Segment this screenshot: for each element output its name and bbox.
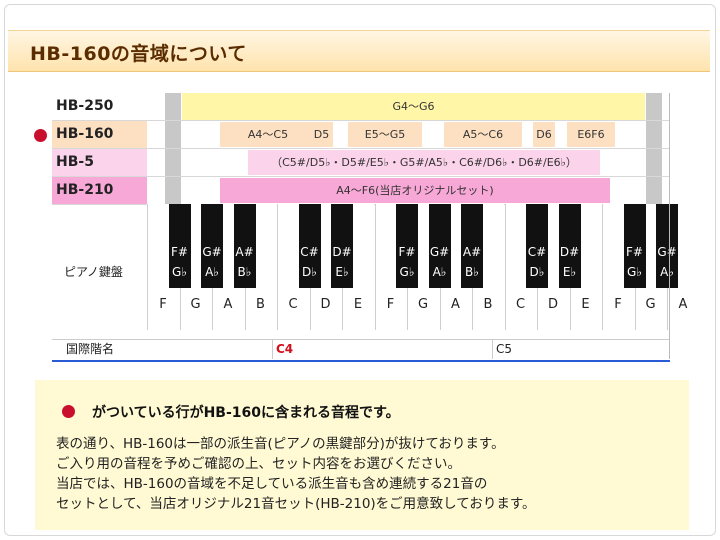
row-label-hb5: HB-5 xyxy=(56,154,94,170)
black-key-flat-label: B♭ xyxy=(465,265,479,279)
info-line: 当店では、HB-160の音域を不足している派生音も含め連続する21音の xyxy=(56,476,488,492)
hb5-range-text: （C5#/D5♭・D5#/E5♭・G5#/A5♭・C6#/D6♭・D6#/E6♭… xyxy=(248,150,600,175)
hb160-seg-d6: D6 xyxy=(533,122,555,147)
black-key-flat-label: G♭ xyxy=(399,265,415,279)
grid-line xyxy=(52,176,670,177)
black-key: D# E♭ xyxy=(331,204,353,288)
hb210-range-bar: A4〜F6(当店オリジナルセット) xyxy=(220,178,610,203)
black-key-sharp-label: A# xyxy=(235,245,254,259)
black-key-sharp-label: G# xyxy=(429,245,450,259)
black-key-sharp-label: C# xyxy=(527,245,547,259)
white-key-label: D xyxy=(547,297,558,312)
black-key-sharp-label: F# xyxy=(626,245,643,259)
black-key-flat-label: A♭ xyxy=(660,265,674,279)
scale-row: 国際階名 C4 C5 xyxy=(52,339,670,362)
legend-marker-dot xyxy=(62,405,75,418)
white-key-label: A xyxy=(678,297,688,312)
white-key-label: F xyxy=(614,297,622,312)
black-key-flat-label: A♭ xyxy=(432,265,447,279)
black-key-sharp-label: D# xyxy=(559,245,580,259)
scale-divider xyxy=(492,340,493,359)
black-key-flat-label: D♭ xyxy=(529,265,545,279)
black-key-sharp-label: F# xyxy=(398,245,416,259)
range-chart: A4〜C5 D5 E5〜G5 A5〜C6 D6 E6F6 G4〜G6 （C5#/… xyxy=(52,93,699,362)
hb160-seg-d5: D5 xyxy=(310,122,333,147)
info-line: セットとして、当店オリジナル21音セット(HB-210)をご用意致しております。 xyxy=(56,496,536,512)
hb160-seg-a4-c5: A4〜C5 xyxy=(220,122,316,147)
black-key-flat-label: E♭ xyxy=(562,265,577,279)
white-key-label: E xyxy=(581,297,590,312)
piano-keyboard: F G A B C D E F G A B C D E F G A F# G♭ G# A♭ A# B♭ C# D♭ D# E♭ F# G… xyxy=(147,204,699,330)
white-key-label: B xyxy=(483,297,493,312)
scale-divider xyxy=(272,340,273,359)
white-key-label: B xyxy=(256,297,265,312)
chart-right-border xyxy=(669,93,670,359)
hb160-seg-a5-c6: A5〜C6 xyxy=(444,122,522,147)
white-key-label: D xyxy=(320,297,331,312)
hb160-marker-dot xyxy=(34,129,47,142)
row-label-hb160: HB-160 xyxy=(56,126,114,142)
white-key-label: G xyxy=(645,297,656,312)
white-key-label: F xyxy=(386,297,395,312)
info-headline: がついている行がHB-160に含まれる音程です。 xyxy=(92,405,400,421)
black-key-flat-label: G♭ xyxy=(172,265,187,279)
white-key-label: E xyxy=(353,297,363,312)
page-title: HB-160の音域について xyxy=(30,43,247,65)
piano-label: ピアノ鍵盤 xyxy=(64,265,123,279)
hb160-seg-e6f6: E6F6 xyxy=(567,122,615,147)
black-key: F# G♭ xyxy=(623,204,646,288)
scale-row-label: 国際階名 xyxy=(66,342,115,356)
black-key-sharp-label: G# xyxy=(657,245,677,259)
row-label-hb210: HB-210 xyxy=(56,182,114,198)
hb250-range-text: G4〜G6 xyxy=(392,100,435,113)
row-label-hb250: HB-250 xyxy=(56,98,114,114)
black-key-sharp-label: A# xyxy=(462,245,482,259)
black-key-flat-label: A♭ xyxy=(205,265,219,279)
grid-line xyxy=(52,120,670,121)
black-key: A# B♭ xyxy=(233,204,256,288)
info-line: ご入り用の音程を予めご確認の上、セット内容をお選びください。 xyxy=(56,456,461,472)
black-key-sharp-label: G# xyxy=(202,245,222,259)
hb160-seg-e5-g5: E5〜G5 xyxy=(348,122,422,147)
section-header: HB-160の音域について xyxy=(8,30,710,72)
black-key-flat-label: B♭ xyxy=(237,265,252,279)
black-key: F# G♭ xyxy=(168,204,191,288)
black-key: A# B♭ xyxy=(461,204,483,288)
black-key-sharp-label: F# xyxy=(171,245,188,259)
white-key-label: F xyxy=(159,297,167,312)
black-key: F# G♭ xyxy=(396,204,418,288)
black-key: G# A♭ xyxy=(428,204,451,288)
black-key: G# A♭ xyxy=(201,204,223,288)
scale-c4-label: C4 xyxy=(276,342,294,356)
black-key: D# E♭ xyxy=(558,204,581,288)
grid-line xyxy=(52,148,670,149)
black-key-flat-label: G♭ xyxy=(627,265,642,279)
black-key-sharp-label: C# xyxy=(300,245,319,259)
black-key: C# D♭ xyxy=(298,204,321,288)
white-key-label: G xyxy=(190,297,201,312)
info-line: 表の通り、HB-160は一部の派生音(ピアノの黒鍵部分)が抜けております。 xyxy=(56,436,505,452)
white-key-label: C xyxy=(515,297,526,312)
info-body: 表の通り、HB-160は一部の派生音(ピアノの黒鍵部分)が抜けております。 ご入… xyxy=(56,434,536,514)
black-key-sharp-label: D# xyxy=(332,245,352,259)
white-key-label: G xyxy=(417,297,429,312)
black-key-flat-label: E♭ xyxy=(335,265,349,279)
black-key: G# A♭ xyxy=(656,204,678,288)
white-key-label: A xyxy=(223,297,233,312)
black-key: C# D♭ xyxy=(526,204,548,288)
white-key-label: C xyxy=(288,297,298,312)
white-key-label: A xyxy=(451,297,460,312)
scale-c5-label: C5 xyxy=(496,342,513,356)
black-key-flat-label: D♭ xyxy=(302,265,317,279)
